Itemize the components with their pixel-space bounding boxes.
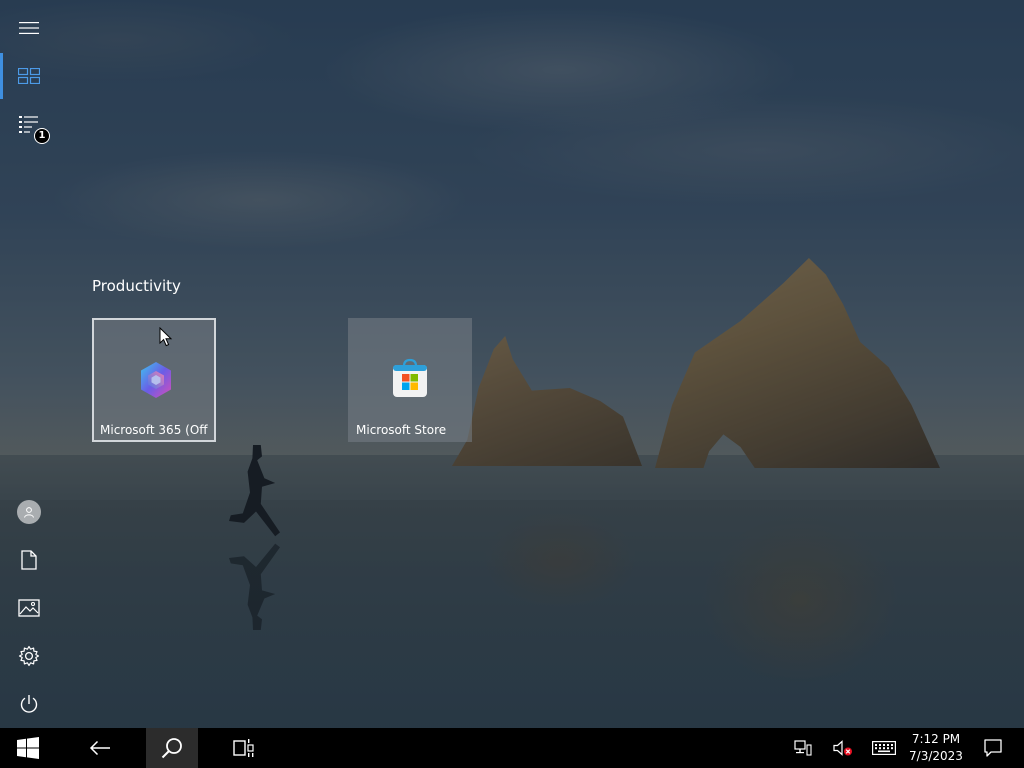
action-center-icon (984, 739, 1002, 757)
pinned-tiles-button[interactable] (4, 54, 54, 98)
touch-keyboard-button[interactable] (868, 728, 900, 768)
tile-group-title: Productivity (92, 277, 181, 295)
tile-microsoft-store[interactable]: Microsoft Store (348, 318, 472, 442)
taskbar: 7:12 PM 7/3/2023 (0, 728, 1024, 768)
start-button[interactable] (2, 728, 54, 768)
power-button[interactable] (4, 682, 54, 726)
search-icon (161, 738, 182, 759)
start-rail: 1 (0, 0, 58, 728)
volume-muted-icon (833, 740, 852, 756)
notification-badge: 1 (34, 128, 50, 144)
microsoft-365-icon (141, 362, 171, 398)
tile-label: Microsoft Store (356, 423, 447, 437)
volume-tray-button[interactable] (828, 728, 858, 768)
windows-logo-icon (17, 737, 39, 759)
taskbar-clock[interactable]: 7:12 PM 7/3/2023 (900, 728, 972, 768)
task-view-button[interactable] (218, 728, 270, 768)
settings-button[interactable] (4, 634, 54, 678)
document-icon (21, 550, 37, 570)
tile-microsoft-365[interactable]: Microsoft 365 (Off... (92, 318, 216, 442)
mouse-cursor-icon (159, 327, 173, 347)
clock-time: 7:12 PM (911, 732, 961, 746)
search-button[interactable] (146, 728, 198, 768)
user-account-button[interactable] (4, 490, 54, 534)
rail-active-indicator (0, 53, 3, 99)
hamburger-icon (19, 22, 39, 34)
power-icon (20, 695, 38, 713)
touch-keyboard-icon (872, 741, 896, 755)
pictures-button[interactable] (4, 586, 54, 630)
documents-button[interactable] (4, 538, 54, 582)
action-center-button[interactable] (978, 728, 1008, 768)
back-button[interactable] (74, 728, 126, 768)
pictures-icon (18, 599, 40, 617)
microsoft-store-icon (393, 358, 427, 397)
back-arrow-icon (89, 740, 110, 756)
hamburger-menu-button[interactable] (4, 6, 54, 50)
tile-label: Microsoft 365 (Off... (100, 423, 208, 437)
task-view-icon (233, 739, 254, 757)
network-tray-button[interactable] (788, 728, 818, 768)
clock-date: 7/3/2023 (909, 749, 963, 763)
tiles-icon (18, 68, 40, 84)
avatar (17, 500, 41, 524)
all-apps-button[interactable]: 1 (4, 102, 54, 146)
network-icon (794, 740, 812, 756)
user-icon (24, 507, 34, 518)
gear-icon (18, 645, 40, 667)
